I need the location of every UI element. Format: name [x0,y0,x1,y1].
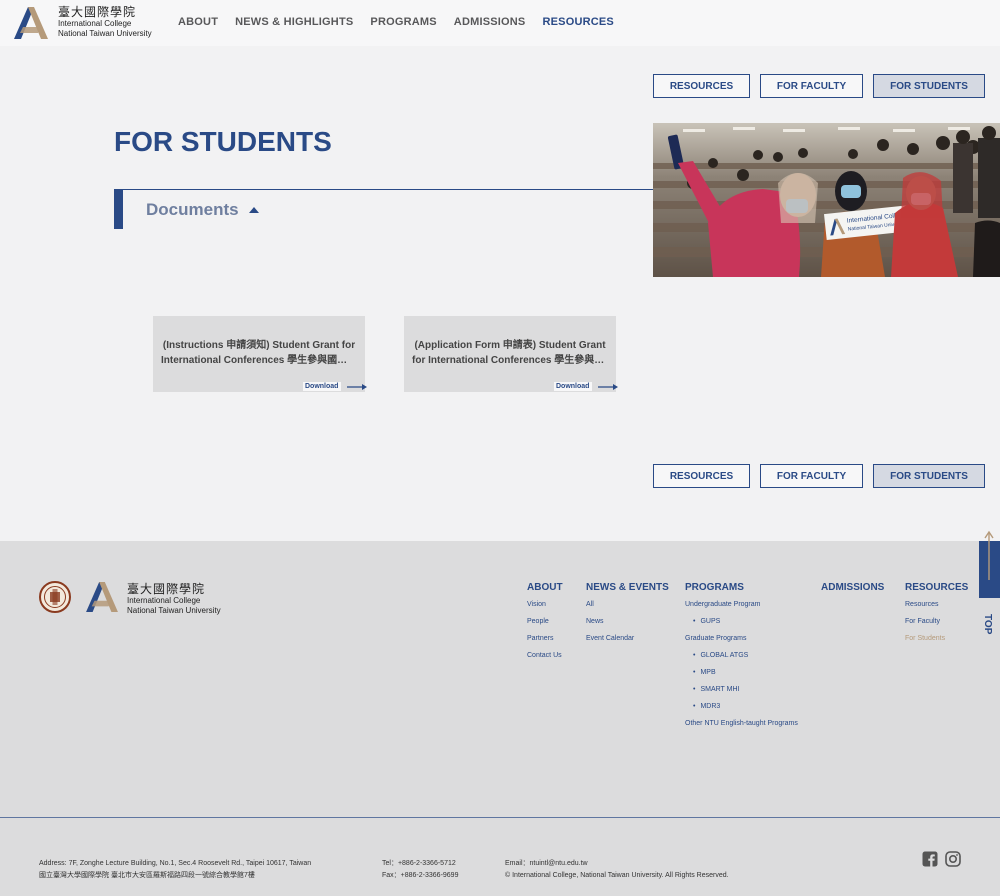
footer-link-news[interactable]: News [586,616,669,633]
download-label: Download [303,382,342,391]
logo-english-line-2: National Taiwan University [58,29,152,38]
footer-phone: Tel：+886-2-3366-5712 Fax：+886-2-3366-969… [382,858,458,882]
logo-english-line-2: National Taiwan University [127,606,221,615]
footer-heading[interactable]: RESOURCES [905,582,968,593]
instagram-icon[interactable] [945,851,961,867]
hero-photo-illustration: International College National Taiwan Un… [653,123,1000,277]
logo-text: 臺大國際學院 International College National Ta… [58,5,178,39]
footer-link-people[interactable]: People [527,616,563,633]
footer-link-graduate[interactable]: Graduate Programs [685,633,798,650]
document-card-title-line-2: International Conferences 學生參與國際會議補助 [161,355,357,366]
subtab-for-faculty[interactable]: FOR FACULTY [760,74,863,98]
logo-chinese-name: 臺大國際學院 [58,5,137,19]
footer-link-smart-mhi[interactable]: SMART MHI [685,684,798,701]
copyright: © International College, National Taiwan… [505,872,729,879]
footer-heading[interactable]: NEWS & EVENTS [586,582,669,593]
footer-column-about: ABOUT Vision People Partners Contact Us [527,582,563,667]
documents-divider [114,189,653,190]
footer-link-gups[interactable]: GUPS [685,616,798,633]
subtab-for-faculty[interactable]: FOR FACULTY [760,464,863,488]
document-card-title-line-1: (Instructions 申請須知) Student Grant for [162,340,356,351]
footer-heading[interactable]: ABOUT [527,582,563,593]
footer-column-admissions: ADMISSIONS [821,582,884,599]
footer-link-contact-us[interactable]: Contact Us [527,650,563,667]
document-card-title-line-1: (Application Form 申請表) Student Grant [414,340,606,351]
address-chinese: 國立臺灣大學國際學院 臺北市大安區羅斯福路四段一號綜合教學館7樓 [39,872,255,879]
footer-link-vision[interactable]: Vision [527,599,563,616]
footer-heading[interactable]: ADMISSIONS [821,582,884,593]
hero-photo: International College National Taiwan Un… [653,123,1000,277]
footer-heading[interactable]: PROGRAMS [685,582,798,593]
footer-link-all[interactable]: All [586,599,669,616]
footer-link-for-students[interactable]: For Students [905,633,968,650]
footer-link-resources[interactable]: Resources [905,599,968,616]
main-nav: ABOUT NEWS & HIGHLIGHTS PROGRAMS ADMISSI… [178,16,614,28]
subtabs-bottom: RESOURCES FOR FACULTY FOR STUDENTS [653,464,985,488]
address-english: Address: 7F, Zonghe Lecture Building, No… [39,860,312,867]
nav-about[interactable]: ABOUT [178,16,218,28]
site-footer: 臺大國際學院 International College National Ta… [0,541,1000,896]
logo-english-line-1: International College [58,19,132,28]
caret-up-icon[interactable] [249,207,259,213]
arrow-right-icon [598,383,619,390]
documents-accent-bar [114,189,123,229]
nav-resources[interactable]: RESOURCES [542,16,613,28]
nav-news-highlights[interactable]: NEWS & HIGHLIGHTS [235,16,353,28]
footer-logo[interactable]: 臺大國際學院 International College National Ta… [86,581,236,615]
nav-admissions[interactable]: ADMISSIONS [454,16,526,28]
back-to-top-label[interactable]: TOP [982,614,993,634]
document-card-title: (Instructions 申請須知) Student Grant for In… [161,338,357,368]
subtab-for-students[interactable]: FOR STUDENTS [873,74,985,98]
document-card-title-line-2: for International Conferences 學生參與國際會議補助 [412,355,608,366]
arrow-right-icon [347,383,368,390]
documents-toggle[interactable]: Documents [146,200,239,220]
logo-english-line-1: International College [127,596,201,605]
download-label: Download [554,382,593,391]
site-header: 臺大國際學院 International College National Ta… [0,0,1000,46]
footer-address: Address: 7F, Zonghe Lecture Building, No… [39,858,311,882]
telephone: Tel：+886-2-3366-5712 [382,860,456,867]
footer-column-news-events: NEWS & EVENTS All News Event Calendar [586,582,669,650]
footer-link-mdr3[interactable]: MDR3 [685,701,798,718]
download-link[interactable]: Download [303,381,368,392]
footer-contact: Email：ntuintl@ntu.edu.tw © International… [505,858,729,882]
footer-link-global-atgs[interactable]: GLOBAL ATGS [685,650,798,667]
subtab-for-students[interactable]: FOR STUDENTS [873,464,985,488]
logo-text: 臺大國際學院 International College National Ta… [127,582,247,616]
footer-column-programs: PROGRAMS Undergraduate Program GUPS Grad… [685,582,798,735]
footer-link-mpb[interactable]: MPB [685,667,798,684]
footer-link-partners[interactable]: Partners [527,633,563,650]
download-link[interactable]: Download [554,381,619,392]
footer-column-resources: RESOURCES Resources For Faculty For Stud… [905,582,968,650]
page-title: FOR STUDENTS [114,126,332,157]
email-link[interactable]: Email：ntuintl@ntu.edu.tw [505,858,729,870]
document-card-title: (Application Form 申請表) Student Grant for… [412,338,608,368]
fax: Fax：+886-2-3366-9699 [382,872,459,879]
footer-link-undergraduate[interactable]: Undergraduate Program [685,599,798,616]
logo-mark-icon [86,582,118,612]
subtabs-top: RESOURCES FOR FACULTY FOR STUDENTS [653,74,985,98]
footer-divider [0,817,1000,818]
logo-mark-icon [14,7,48,39]
logo-chinese-name: 臺大國際學院 [127,582,206,596]
footer-link-for-faculty[interactable]: For Faculty [905,616,968,633]
footer-link-other-programs[interactable]: Other NTU English-taught Programs [685,718,798,735]
subtab-resources[interactable]: RESOURCES [653,464,750,488]
facebook-icon[interactable] [922,851,938,867]
arrow-up-icon[interactable] [983,530,995,580]
nav-programs[interactable]: PROGRAMS [370,16,436,28]
subtab-resources[interactable]: RESOURCES [653,74,750,98]
footer-link-event-calendar[interactable]: Event Calendar [586,633,669,650]
university-seal-icon[interactable] [39,581,71,613]
